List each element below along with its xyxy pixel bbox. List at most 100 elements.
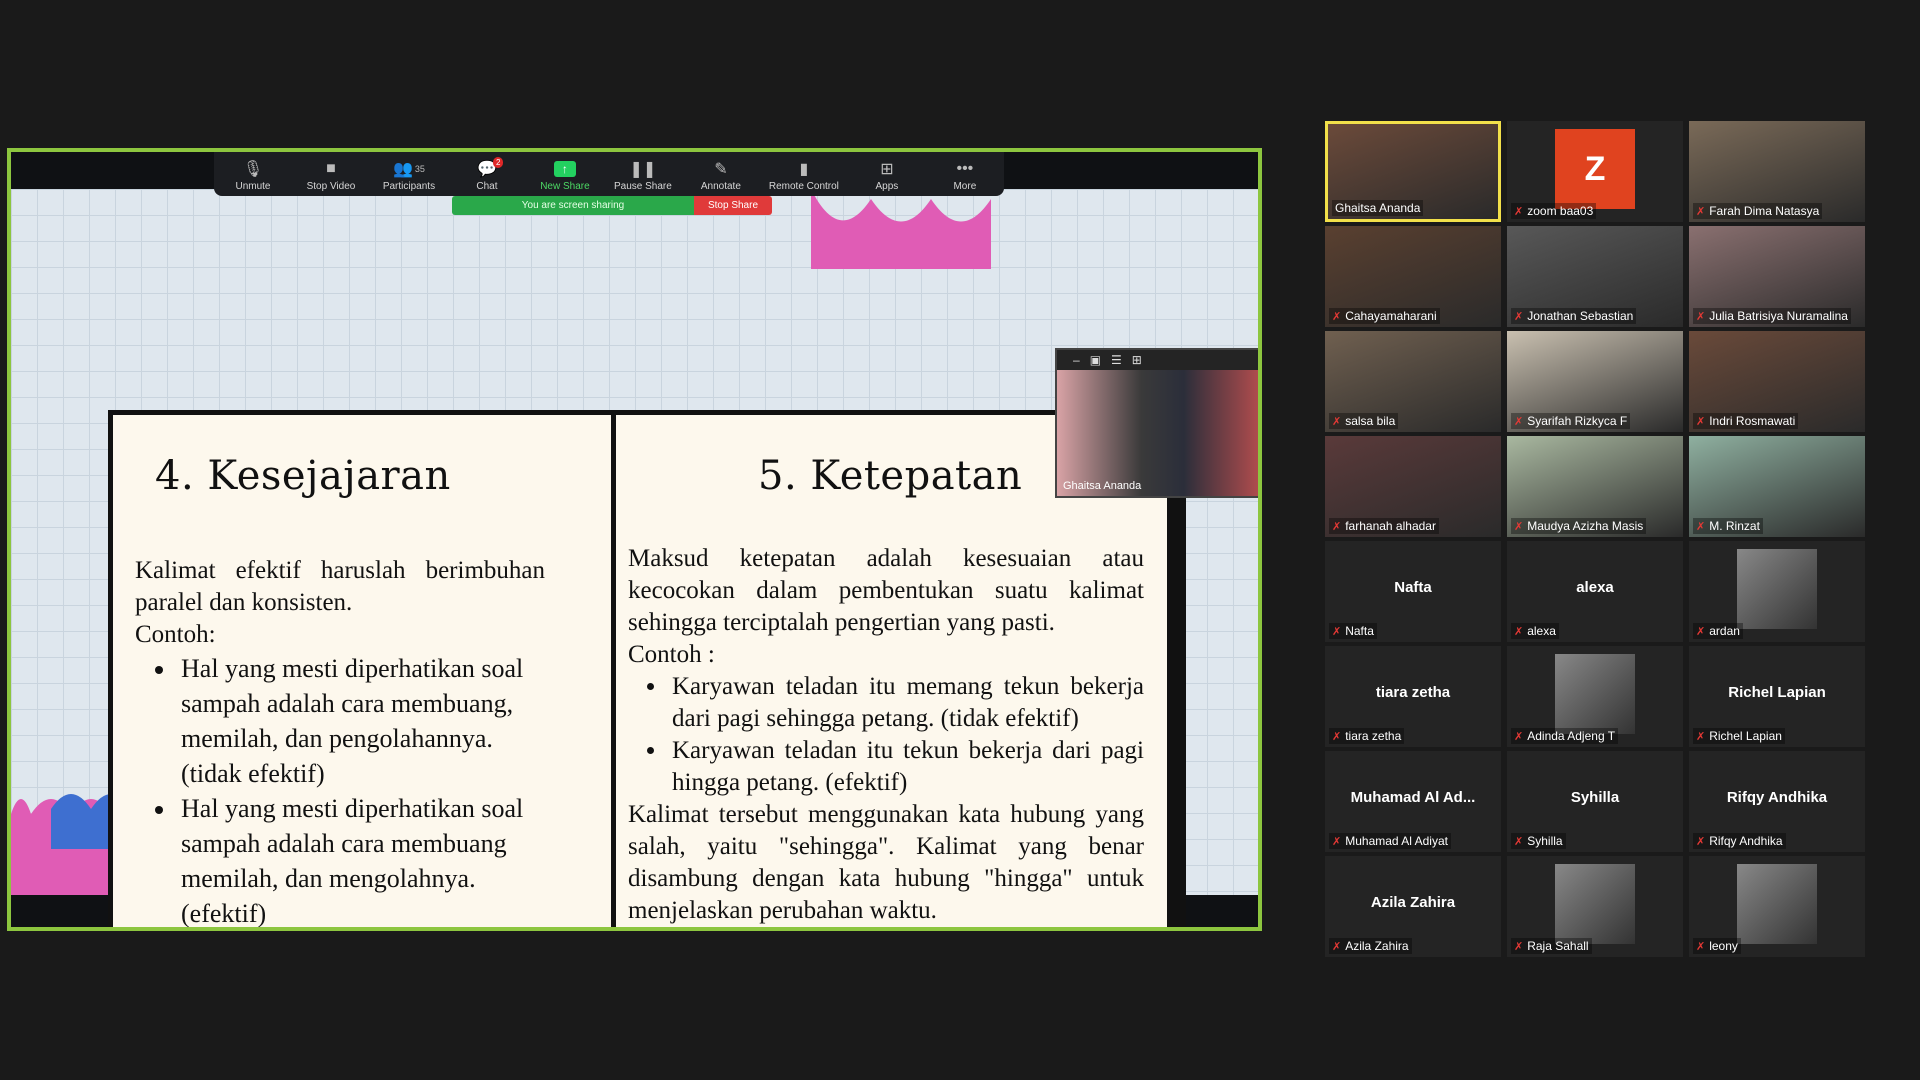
participant-name: Adinda Adjeng T	[1527, 729, 1616, 743]
right-title: 5. Ketepatan	[758, 453, 1023, 499]
participant-name: leony	[1709, 939, 1738, 953]
left-intro: Kalimat efektif haruslah berimbuhan para…	[135, 557, 545, 616]
participant-name: ardan	[1709, 624, 1740, 638]
participant-name: Muhamad Al Adiyat	[1345, 834, 1448, 848]
participant-tile[interactable]: ✗ ardan	[1689, 541, 1865, 642]
participant-name-label: ✗ Jonathan Sebastian	[1511, 308, 1637, 324]
video-camera-icon: ■	[326, 160, 336, 177]
participant-name-label: ✗ Syhilla	[1511, 833, 1566, 849]
pause-share-button[interactable]: ❚❚ Pause Share	[613, 159, 673, 192]
participant-display-name: alexa	[1576, 579, 1614, 596]
apps-icon: ⊞	[880, 161, 894, 178]
remote-control-button[interactable]: ▮ Remote Control	[769, 159, 839, 192]
mic-muted-icon: ✗	[1696, 940, 1706, 953]
participant-tile[interactable]: Muhamad Al Ad... ✗ Muhamad Al Adiyat	[1325, 751, 1501, 852]
right-contoh: Contoh :	[628, 641, 715, 668]
participant-name-label: ✗ Julia Batrisiya Nuramalina	[1693, 308, 1851, 324]
annotate-button[interactable]: ✎ Annotate	[691, 159, 751, 192]
participant-name: Richel Lapian	[1709, 729, 1782, 743]
speaker-view-icon[interactable]: ▣	[1090, 353, 1101, 367]
participant-tile[interactable]: ✗ Maudya Azizha Masis	[1507, 436, 1683, 537]
right-intro: Maksud ketepatan adalah kesesuaian atau …	[628, 545, 1144, 636]
avatar	[1737, 549, 1817, 629]
participant-display-name: Syhilla	[1570, 789, 1620, 806]
participants-button[interactable]: 👥 35 Participants	[379, 159, 439, 192]
participant-display-name: Azila Zahira	[1370, 894, 1456, 911]
participant-tile[interactable]: ✗ Jonathan Sebastian	[1507, 226, 1683, 327]
more-button[interactable]: ••• More	[935, 159, 995, 192]
mic-muted-icon: ✗	[1696, 520, 1706, 533]
grid-view-icon[interactable]: ⊞	[1132, 353, 1142, 367]
participant-tile[interactable]: Nafta ✗ Nafta	[1325, 541, 1501, 642]
list-view-icon[interactable]: ☰	[1111, 353, 1122, 367]
participant-display-name: Nafta	[1394, 579, 1432, 596]
participant-name-label: ✗ M. Rinzat	[1693, 518, 1763, 534]
participant-tile[interactable]: Richel Lapian ✗ Richel Lapian	[1689, 646, 1865, 747]
participants-icon: 👥 35	[392, 161, 425, 178]
participant-tile[interactable]: ✗ salsa bila	[1325, 331, 1501, 432]
participant-name: alexa	[1527, 624, 1556, 638]
self-video	[1057, 370, 1258, 496]
left-bullet: Hal yang mesti diperhatikan soal sampah …	[177, 651, 545, 791]
participant-name: Farah Dima Natasya	[1709, 204, 1820, 218]
more-dots-icon: •••	[956, 160, 974, 177]
mic-muted-icon: ✗	[1514, 310, 1524, 323]
participant-tile[interactable]: ✗ Farah Dima Natasya	[1689, 121, 1865, 222]
apps-button[interactable]: ⊞ Apps	[857, 159, 917, 192]
mic-muted-icon: ✗	[1696, 835, 1706, 848]
participant-tile[interactable]: ✗ M. Rinzat	[1689, 436, 1865, 537]
participant-tile[interactable]: ✗ farhanah alhadar	[1325, 436, 1501, 537]
pencil-icon: ✎	[714, 161, 728, 178]
participant-name-label: ✗ Maudya Azizha Masis	[1511, 518, 1647, 534]
stop-share-button[interactable]: Stop Share	[694, 196, 772, 215]
mic-muted-icon: ✗	[1332, 625, 1342, 638]
avatar: Z	[1555, 129, 1635, 209]
left-bullet: Hal yang mesti diperhatikan soal sampah …	[177, 791, 545, 927]
meeting-toolbar: 🎙︎ Unmute ■ Stop Video 👥 35 Participants 💬 2 C…	[214, 152, 1004, 196]
participant-display-name: Muhamad Al Ad...	[1350, 789, 1476, 806]
participant-tile[interactable]: tiara zetha ✗ tiara zetha	[1325, 646, 1501, 747]
unmute-button[interactable]: 🎙︎ Unmute	[223, 159, 283, 192]
participant-tile[interactable]: alexa ✗ alexa	[1507, 541, 1683, 642]
slide-card: 4. Kesejajaran Kalimat efektif haruslah …	[108, 410, 1172, 927]
participant-name-label: ✗ Nafta	[1329, 623, 1377, 639]
right-bullet: Karyawan teladan itu tekun bekerja dari …	[668, 735, 1144, 799]
participant-tile[interactable]: ✗ Syarifah Rizkyca F	[1507, 331, 1683, 432]
participants-count: 35	[414, 164, 425, 174]
participant-name-label: ✗ salsa bila	[1329, 413, 1399, 429]
left-title: 4. Kesejajaran	[155, 453, 451, 499]
mic-muted-icon: ✗	[1514, 415, 1524, 428]
mic-muted-icon: ✗	[1514, 940, 1524, 953]
participant-name: farhanah alhadar	[1345, 519, 1436, 533]
participant-tile[interactable]: ✗ Julia Batrisiya Nuramalina	[1689, 226, 1865, 327]
participant-name: Azila Zahira	[1345, 939, 1409, 953]
sharing-status: You are screen sharing	[452, 196, 694, 215]
participant-tile[interactable]: ✗ Raja Sahall	[1507, 856, 1683, 957]
minimize-icon[interactable]: –	[1073, 353, 1080, 367]
self-view-window[interactable]: – ▣ ☰ ⊞ Ghaitsa Ananda	[1055, 348, 1258, 498]
participant-tile[interactable]: Ghaitsa Ananda	[1325, 121, 1501, 222]
avatar	[1555, 864, 1635, 944]
participant-tile[interactable]: ✗ Adinda Adjeng T	[1507, 646, 1683, 747]
participant-tile[interactable]: ✗ leony	[1689, 856, 1865, 957]
mic-muted-icon: ✗	[1332, 415, 1342, 428]
participant-tile[interactable]: Azila Zahira ✗ Azila Zahira	[1325, 856, 1501, 957]
participant-tile[interactable]: Z ✗ zoom baa03	[1507, 121, 1683, 222]
participant-tile[interactable]: ✗ Cahayamaharani	[1325, 226, 1501, 327]
participant-tile[interactable]: Rifqy Andhika ✗ Rifqy Andhika	[1689, 751, 1865, 852]
participant-display-name: Rifqy Andhika	[1726, 789, 1828, 806]
new-share-button[interactable]: ↑ New Share	[535, 159, 595, 192]
mic-muted-icon: ✗	[1514, 205, 1524, 218]
mic-muted-icon: ✗	[1514, 835, 1524, 848]
participant-tile[interactable]: Syhilla ✗ Syhilla	[1507, 751, 1683, 852]
self-view-name: Ghaitsa Ananda	[1063, 480, 1142, 492]
mic-muted-icon: ✗	[1696, 625, 1706, 638]
stop-video-button[interactable]: ■ Stop Video	[301, 159, 361, 192]
chat-button[interactable]: 💬 2 Chat	[457, 157, 517, 192]
participant-name: Jonathan Sebastian	[1527, 309, 1634, 323]
participant-tile[interactable]: ✗ Indri Rosmawati	[1689, 331, 1865, 432]
participant-name-label: ✗ Muhamad Al Adiyat	[1329, 833, 1451, 849]
participant-name: Raja Sahall	[1527, 939, 1589, 953]
participant-name: Rifqy Andhika	[1709, 834, 1783, 848]
participant-name-label: ✗ tiara zetha	[1329, 728, 1405, 744]
